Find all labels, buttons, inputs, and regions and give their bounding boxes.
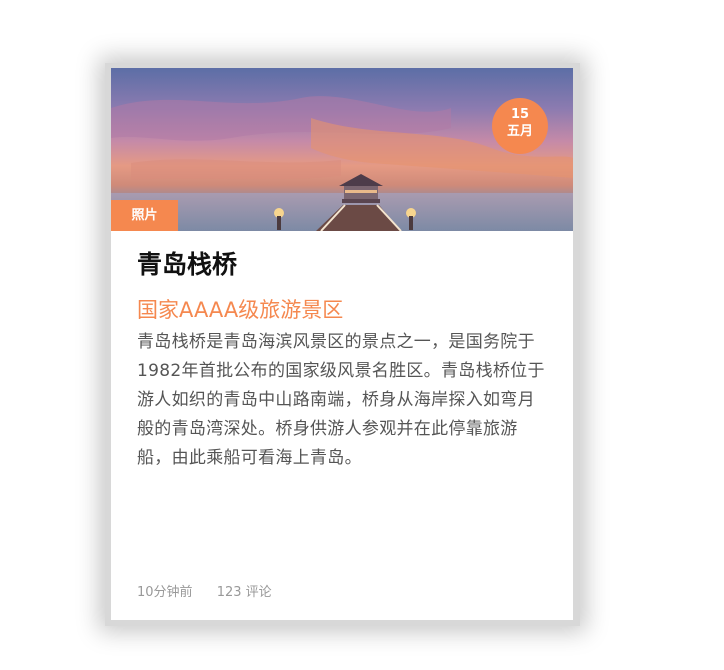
date-month: 五月 <box>506 124 533 139</box>
category-tag[interactable]: 照片 <box>111 200 178 231</box>
post-time: 10分钟前 <box>137 585 193 600</box>
hero-image[interactable]: 15 五月 照片 <box>111 68 573 231</box>
comment-count[interactable]: 123 评论 <box>217 585 272 600</box>
date-day: 15 <box>510 107 530 122</box>
article-card[interactable]: 15 五月 照片 青岛栈桥 国家AAAA级旅游景区 青岛栈桥是青岛海滨风景区的景… <box>111 68 573 620</box>
card-meta: 10分钟前 123 评论 <box>137 584 292 602</box>
card-frame: 15 五月 照片 青岛栈桥 国家AAAA级旅游景区 青岛栈桥是青岛海滨风景区的景… <box>105 63 580 626</box>
date-badge: 15 五月 <box>492 98 548 154</box>
card-subtitle: 国家AAAA级旅游景区 <box>137 298 344 322</box>
card-description: 青岛栈桥是青岛海滨风景区的景点之一，是国务院于1982年首批公布的国家级风景名胜… <box>137 332 545 468</box>
card-title[interactable]: 青岛栈桥 <box>137 248 547 282</box>
pier-sunset-illustration <box>111 96 573 231</box>
card-content: 青岛栈桥 国家AAAA级旅游景区 青岛栈桥是青岛海滨风景区的景点之一，是国务院于… <box>137 248 547 473</box>
